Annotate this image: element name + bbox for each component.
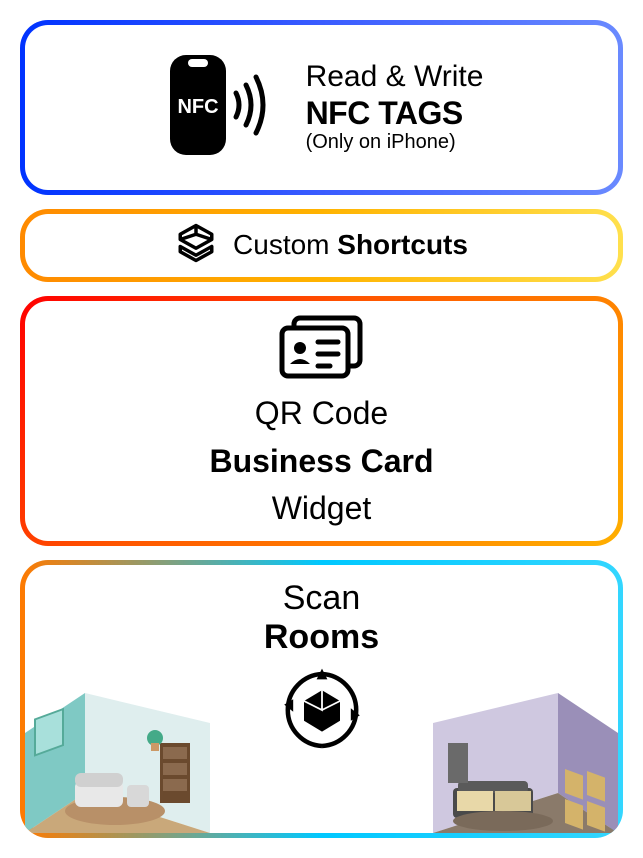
shortcuts-card[interactable]: Custom Shortcuts [20, 209, 623, 282]
business-card-icon [276, 312, 366, 387]
rooms-card[interactable]: Scan Rooms [20, 560, 623, 838]
shortcuts-label: Custom Shortcuts [233, 229, 468, 261]
qr-line2: Business Card [209, 441, 433, 483]
qr-card[interactable]: QR Code Business Card Widget [20, 296, 623, 546]
nfc-phone-icon: NFC [160, 45, 280, 170]
nfc-line3: (Only on iPhone) [306, 131, 484, 154]
svg-text:NFC: NFC [177, 96, 218, 118]
room-left-illustration [25, 693, 210, 833]
room-right-illustration [433, 693, 618, 833]
qr-line1: QR Code [255, 393, 388, 435]
scan-3d-icon [277, 665, 367, 760]
shortcuts-icon [175, 222, 217, 269]
rooms-line2: Rooms [264, 618, 379, 657]
nfc-line1: Read & Write [306, 60, 484, 95]
nfc-line2: NFC TAGS [306, 95, 484, 132]
rooms-line1: Scan [264, 579, 379, 618]
qr-line3: Widget [272, 488, 372, 530]
nfc-card[interactable]: NFC Read & Write NFC TAGS (Only on iPhon… [20, 20, 623, 195]
